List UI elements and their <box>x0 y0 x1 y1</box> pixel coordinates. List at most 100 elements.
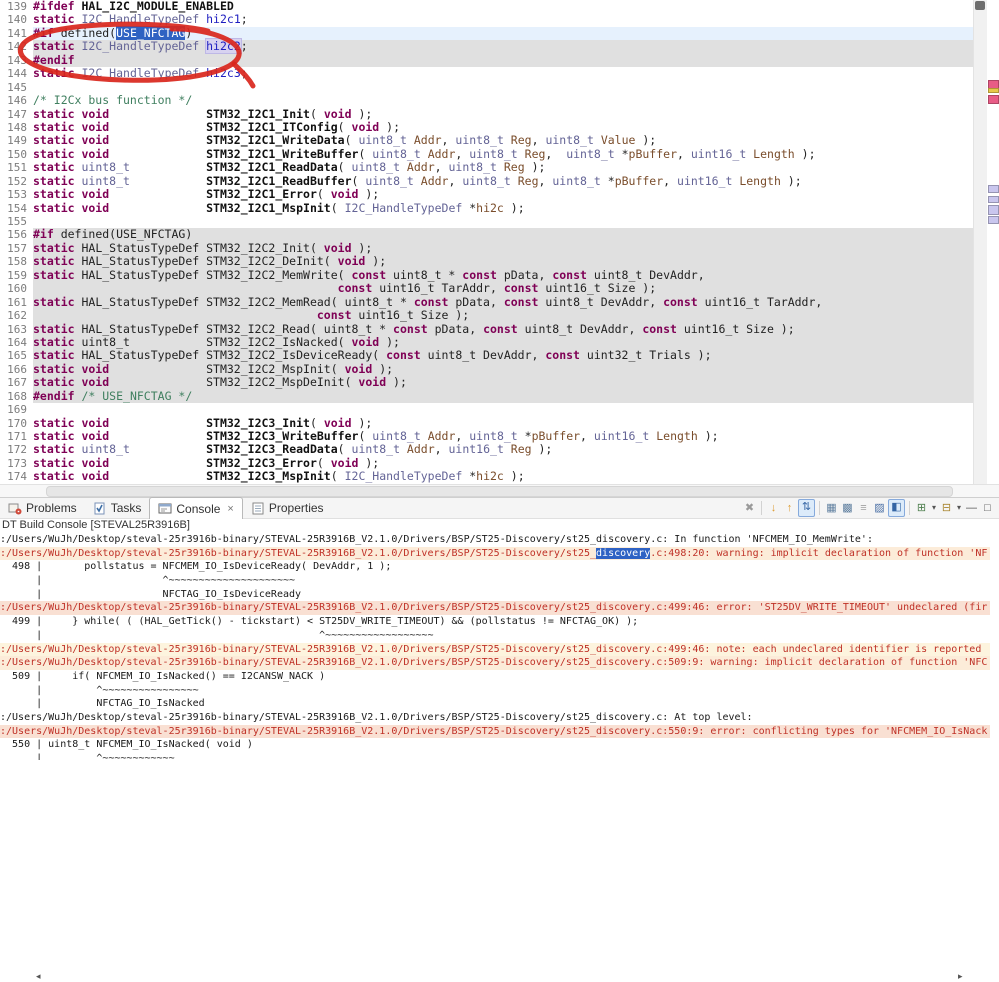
line-number: 161 <box>0 295 33 310</box>
ruler-marker[interactable] <box>988 205 999 215</box>
console-line: | ^~~~~~~~~~~~~~~~~ <box>0 684 199 696</box>
line-number: 142 <box>0 40 33 54</box>
console-output[interactable]: :/Users/WuJh/Desktop/steval-25r3916b-bin… <box>0 533 990 760</box>
tab-label: Tasks <box>110 501 142 515</box>
console-problem-link[interactable]: :/Users/WuJh/Desktop/steval-25r3916b-bin… <box>0 546 990 561</box>
code-line[interactable]: 157 static HAL_StatusTypeDef STM32_I2C2_I… <box>0 241 973 256</box>
code-line[interactable]: 161 static HAL_StatusTypeDef STM32_I2C2_M… <box>0 295 973 310</box>
code-line[interactable]: 160 const uint16_t TarAddr, const uint16… <box>0 281 973 296</box>
console-line: | NFCTAG_IO_IsNacked <box>0 698 205 710</box>
tab-console[interactable]: Console × <box>149 497 243 519</box>
console-line: 550 | uint8_t NFCMEM_IO_IsNacked( void ) <box>0 739 253 751</box>
next-marker-icon[interactable]: ↓ <box>766 500 781 516</box>
scroll-right-icon[interactable]: ▸ <box>958 970 963 982</box>
tab-tasks[interactable]: Tasks <box>85 498 150 519</box>
code-line[interactable]: 171 static void STM32_I2C3_WriteBuffer( u… <box>0 429 973 444</box>
code-line[interactable]: 172 static uint8_t STM32_I2C3_ReadData( u… <box>0 443 973 457</box>
code-line[interactable]: 142 static I2C_HandleTypeDef hi2c2; <box>0 38 973 55</box>
editor-vertical-scrollbar[interactable] <box>973 0 987 484</box>
code-line[interactable]: 156 #if defined(USE_NFCTAG) <box>0 228 973 242</box>
scroll-left-icon[interactable]: ◂ <box>36 970 41 982</box>
code-line[interactable]: 149 static void STM32_I2C1_WriteData( uin… <box>0 134 973 148</box>
word-wrap-icon[interactable]: ≡ <box>856 500 871 516</box>
code-line[interactable]: 153 static void STM32_I2C1_Error( void ); <box>0 187 973 202</box>
console-line: :/Users/WuJh/Desktop/steval-25r3916b-bin… <box>0 711 753 723</box>
code-line[interactable]: 145 <box>0 80 973 95</box>
display-console-dropdown[interactable]: ▾ <box>930 500 938 516</box>
console-problem-link[interactable]: :/Users/WuJh/Desktop/steval-25r3916b-bin… <box>0 656 990 670</box>
code-line[interactable]: 164 static uint8_t STM32_I2C2_IsNacked( v… <box>0 335 973 350</box>
clear-console-icon[interactable]: ▨ <box>872 500 887 516</box>
code-line[interactable]: 154 static void STM32_I2C1_MspInit( I2C_H… <box>0 201 973 215</box>
display-selected-console-icon[interactable]: ⊞ <box>914 500 929 516</box>
line-number: 154 <box>0 201 33 215</box>
code-line[interactable]: 139 #ifdef HAL_I2C_MODULE_ENABLED <box>0 0 973 14</box>
code-line[interactable]: 170 static void STM32_I2C3_Init( void ); <box>0 416 973 430</box>
horizontal-scrollbar-thumb[interactable] <box>46 486 953 497</box>
code-editor[interactable]: 139 #ifdef HAL_I2C_MODULE_ENABLED 140 stati… <box>0 0 973 484</box>
console-line: 498 | pollstatus = NFCMEM_IO_IsDeviceRea… <box>0 561 392 573</box>
editor-lines: 139 #ifdef HAL_I2C_MODULE_ENABLED 140 stati… <box>0 0 973 484</box>
ruler-marker[interactable] <box>988 196 999 203</box>
ruler-marker[interactable] <box>988 88 999 93</box>
vertical-scrollbar-thumb[interactable] <box>975 1 985 10</box>
line-number: 174 <box>0 470 33 484</box>
selected-text: discovery <box>596 547 651 559</box>
tab-problems[interactable]: Problems <box>0 498 85 519</box>
code-line[interactable]: 165 static HAL_StatusTypeDef STM32_I2C2_I… <box>0 349 973 363</box>
line-number: 165 <box>0 349 33 363</box>
code-line[interactable]: 158 static HAL_StatusTypeDef STM32_I2C2_D… <box>0 255 973 269</box>
line-number: 140 <box>0 13 33 27</box>
scroll-lock-icon[interactable]: ▩ <box>840 500 855 516</box>
line-number: 146 <box>0 94 33 108</box>
line-number: 158 <box>0 255 33 269</box>
tab-properties[interactable]: Properties <box>243 498 332 519</box>
line-number: 163 <box>0 322 33 336</box>
line-number: 143 <box>0 53 33 68</box>
overview-ruler[interactable] <box>987 0 999 484</box>
code-line[interactable]: 169 <box>0 403 973 417</box>
code-line[interactable]: 150 static void STM32_I2C1_WriteBuffer( u… <box>0 147 973 162</box>
console-problem-link[interactable]: :/Users/WuJh/Desktop/steval-25r3916b-bin… <box>0 601 990 616</box>
code-line[interactable]: 155 <box>0 215 973 229</box>
code-line[interactable]: 162 const uint16_t Size ); <box>0 308 973 323</box>
line-number: 167 <box>0 376 33 390</box>
code-line[interactable]: 140 static I2C_HandleTypeDef hi2c1; <box>0 13 973 27</box>
open-console-icon[interactable]: ⊟ <box>939 500 954 516</box>
ruler-marker[interactable] <box>988 185 999 193</box>
code-line[interactable]: 167 static void STM32_I2C2_MspDeInit( voi… <box>0 376 973 390</box>
show-console-on-output-toggle[interactable]: ⇅ <box>798 499 815 517</box>
ruler-marker[interactable] <box>988 95 999 104</box>
pin-console-icon[interactable]: ▦ <box>824 500 839 516</box>
code-line[interactable]: 168 #endif /* USE_NFCTAG */ <box>0 389 973 404</box>
line-number: 170 <box>0 416 33 430</box>
code-line[interactable]: 163 static HAL_StatusTypeDef STM32_I2C2_R… <box>0 322 973 336</box>
code-line[interactable]: 147 static void STM32_I2C1_Init( void ); <box>0 107 973 121</box>
line-number: 153 <box>0 188 33 202</box>
code-line[interactable]: 144 static I2C_HandleTypeDef hi2c3; <box>0 66 973 81</box>
minimize-icon[interactable]: — <box>964 500 979 516</box>
code-line[interactable]: 148 static void STM32_I2C1_ITConfig( void… <box>0 120 973 135</box>
tab-label: Properties <box>268 501 324 515</box>
console-problem-link[interactable]: :/Users/WuJh/Desktop/steval-25r3916b-bin… <box>0 642 990 657</box>
console-view-toggle[interactable]: ◧ <box>888 499 905 517</box>
code-line[interactable]: 152 static uint8_t STM32_I2C1_ReadBuffer(… <box>0 174 973 189</box>
code-line[interactable]: 159 static HAL_StatusTypeDef STM32_I2C2_M… <box>0 268 973 283</box>
maximize-icon[interactable]: □ <box>980 500 995 516</box>
open-console-dropdown[interactable]: ▾ <box>955 500 963 516</box>
console-title: DT Build Console [STEVAL25R3916B] <box>2 519 190 531</box>
code-line[interactable]: 166 static void STM32_I2C2_MspInit( void … <box>0 362 973 377</box>
close-icon[interactable]: × <box>227 503 233 515</box>
code-line[interactable]: 151 static uint8_t STM32_I2C1_ReadData( u… <box>0 161 973 175</box>
code-line[interactable]: 174 static void STM32_I2C3_MspInit( I2C_H… <box>0 470 973 484</box>
line-number: 145 <box>0 80 33 95</box>
code-line[interactable]: 146/* I2Cx bus function */ <box>0 93 973 108</box>
ruler-marker[interactable] <box>988 216 999 224</box>
terminate-icon[interactable]: ✖ <box>742 500 757 516</box>
code-line[interactable]: 143 #endif <box>0 53 973 68</box>
previous-marker-icon[interactable]: ↑ <box>782 500 797 516</box>
code-line[interactable]: 173 static void STM32_I2C3_Error( void ); <box>0 456 973 471</box>
toolbar-separator <box>909 501 910 515</box>
console-problem-link[interactable]: :/Users/WuJh/Desktop/steval-25r3916b-bin… <box>0 724 990 739</box>
console-line: | NFCTAG_IO_IsDeviceReady <box>0 588 302 600</box>
